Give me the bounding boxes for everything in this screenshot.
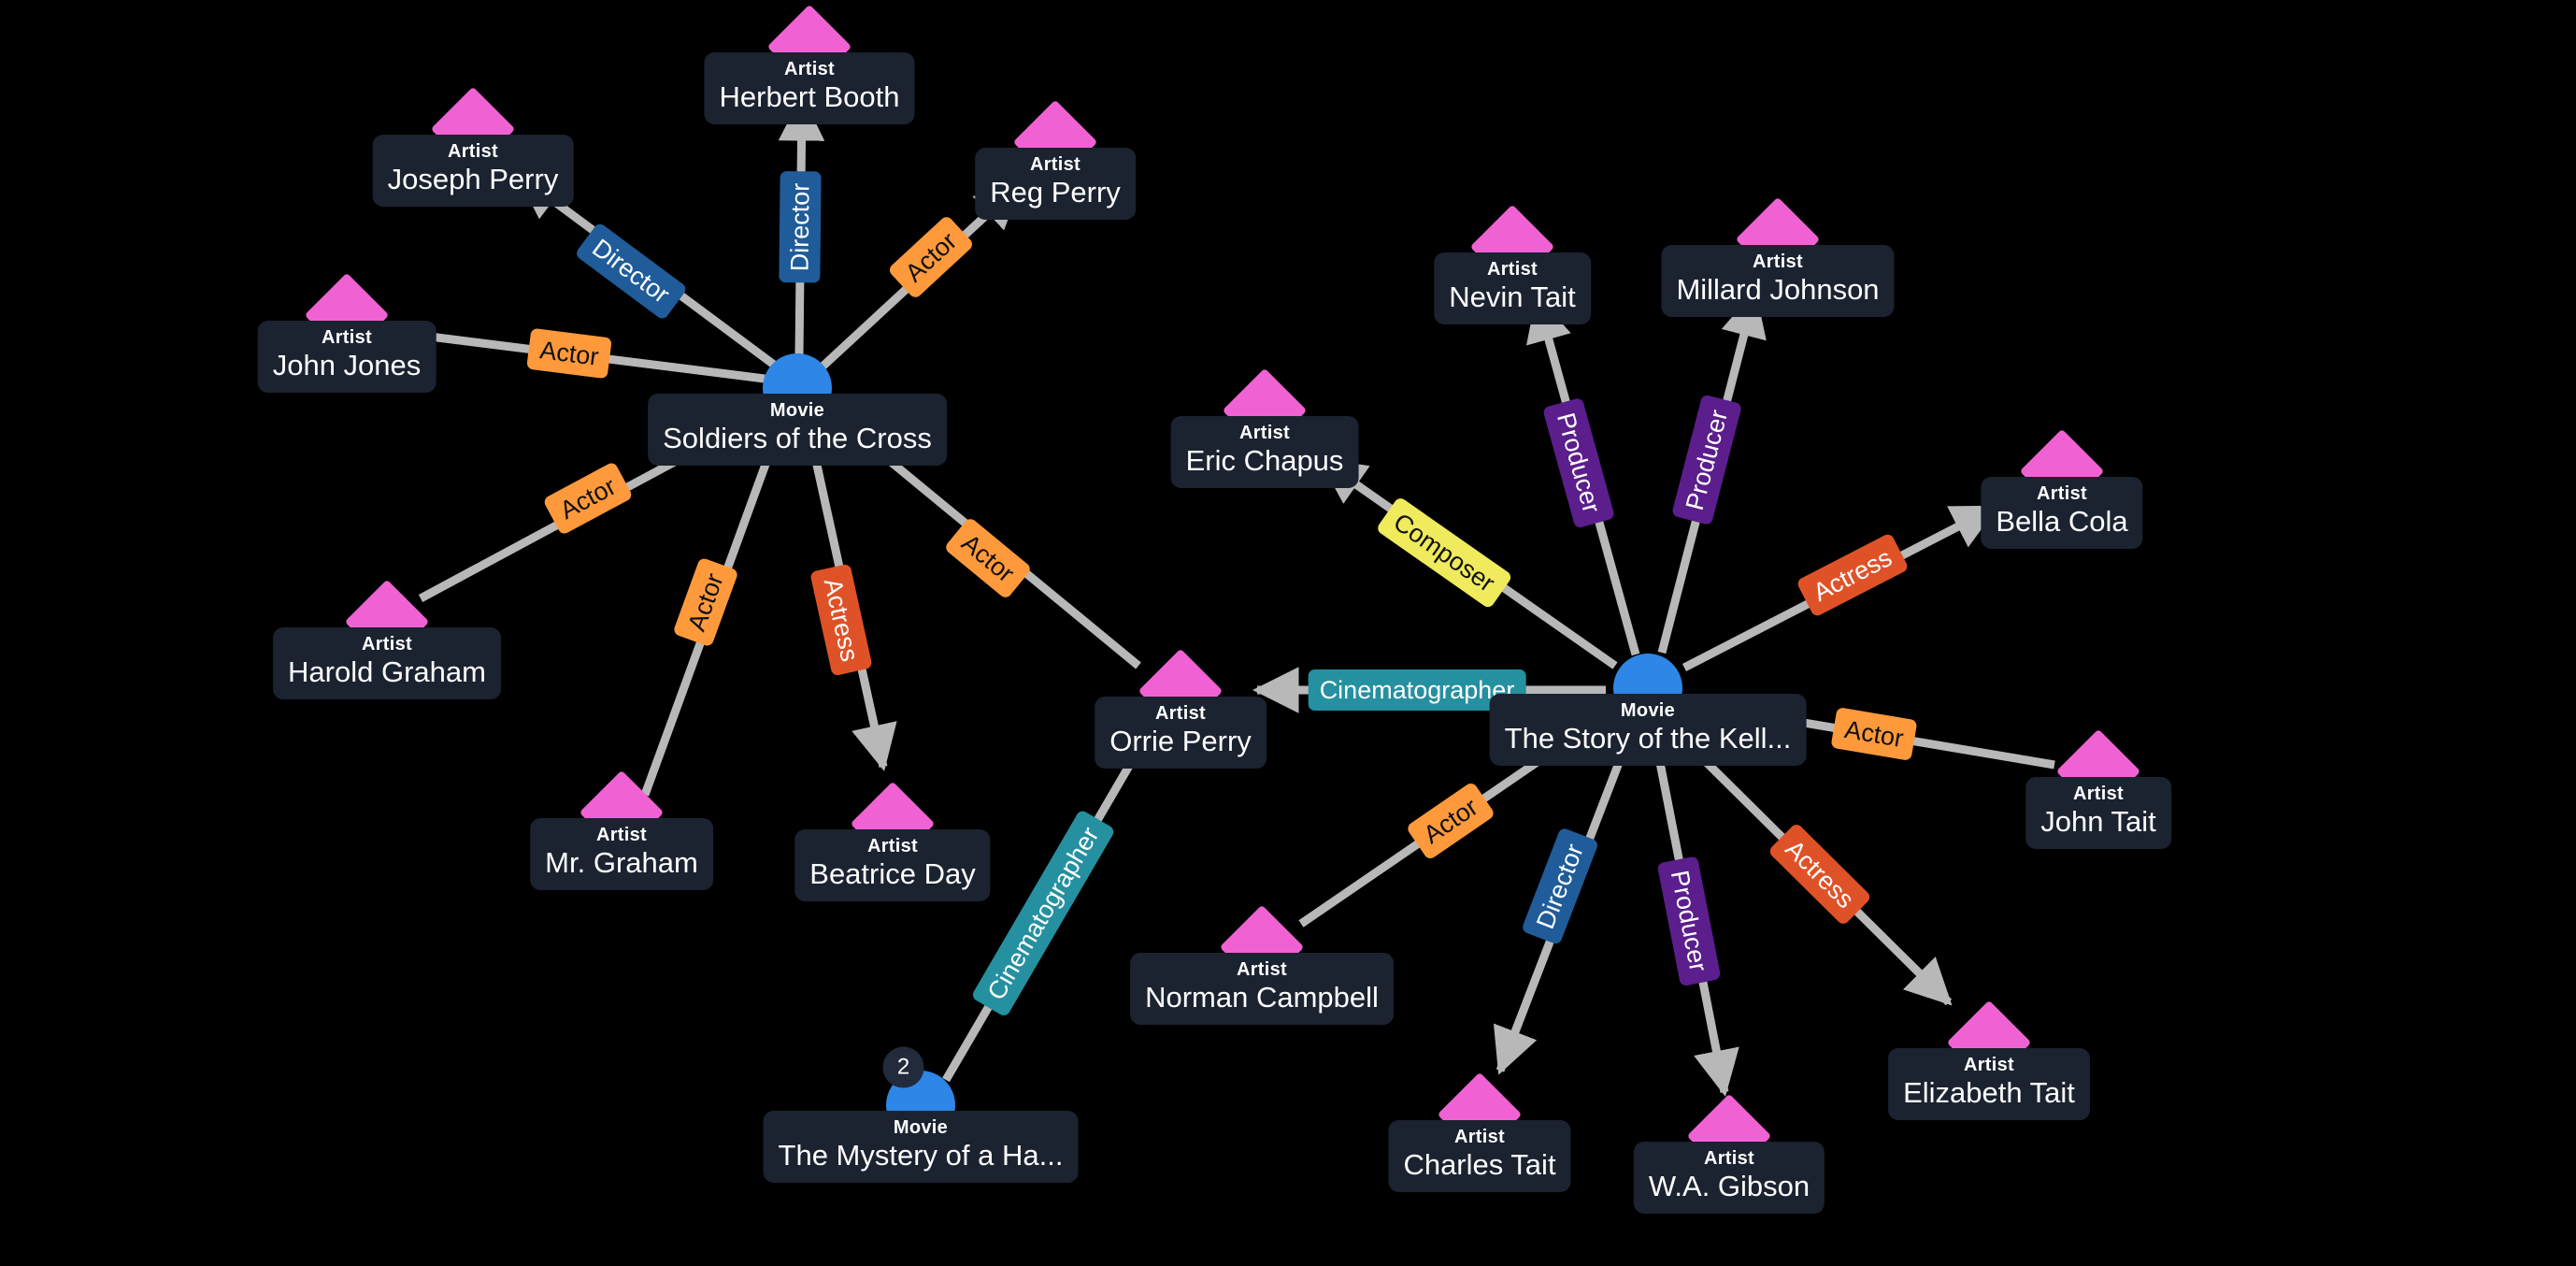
edge-label-actor[interactable]: Actor <box>526 327 612 380</box>
edge-label-producer[interactable]: Producer <box>1656 856 1722 986</box>
node-label-box: Artist Herbert Booth <box>704 52 915 124</box>
edge-label-director[interactable]: Director <box>574 222 688 321</box>
edge-label-actress[interactable]: Actress <box>1796 532 1910 618</box>
edge-label-actor[interactable]: Actor <box>887 214 975 300</box>
edge-label-actress[interactable]: Actress <box>809 563 873 677</box>
node-name-label: Charles Tait <box>1403 1148 1556 1181</box>
node-label-box: Artist Nevin Tait <box>1434 252 1591 324</box>
node-name-label: Beatrice Day <box>809 857 976 890</box>
node-name-label: The Mystery of a Ha... <box>778 1139 1064 1172</box>
graph-canvas[interactable]: Director Director Actor Actor Actor Actor Actr… <box>0 0 2576 1266</box>
edge-label-actor[interactable]: Actor <box>542 461 634 536</box>
node-type-label: Artist <box>783 59 836 79</box>
node-label-box: Artist Orrie Perry <box>1095 697 1267 769</box>
node-name-label: Nevin Tait <box>1449 281 1576 313</box>
node-name-label: Eric Chapus <box>1185 444 1344 477</box>
node-name-label: Millard Johnson <box>1676 273 1880 306</box>
node-label-box: Artist John Jones <box>257 321 436 393</box>
node-label-box: Artist Charles Tait <box>1388 1120 1571 1192</box>
node-type-label: Artist <box>447 141 499 162</box>
edge-label-director[interactable]: Director <box>779 171 822 283</box>
node-name-label: Mr. Graham <box>545 846 698 879</box>
node-type-label: Artist <box>2072 784 2125 804</box>
node-label-box: Movie Soldiers of the Cross <box>648 394 947 466</box>
node-label-box: Artist Bella Cola <box>1981 477 2143 549</box>
node-label-box: Artist Millard Johnson <box>1661 245 1895 317</box>
node-type-label: Artist <box>321 327 373 348</box>
node-type-label: Artist <box>595 825 648 845</box>
node-label-box: Artist Joseph Perry <box>372 135 574 207</box>
node-name-label: W.A. Gibson <box>1648 1170 1810 1202</box>
node-label-box: Artist W.A. Gibson <box>1633 1142 1825 1214</box>
node-name-label: Elizabeth Tait <box>1903 1076 2075 1109</box>
node-name-label: Joseph Perry <box>387 163 559 195</box>
edge-label-actor[interactable]: Actor <box>943 516 1033 600</box>
node-type-label: Artist <box>1238 423 1291 443</box>
node-type-label: Movie <box>1620 700 1676 721</box>
node-type-label: Artist <box>1154 703 1207 724</box>
node-type-label: Artist <box>866 836 919 856</box>
node-type-label: Movie <box>769 400 825 421</box>
node-type-label: Artist <box>1453 1127 1506 1147</box>
edge-label-composer[interactable]: Composer <box>1375 496 1513 610</box>
node-label-box: Artist Beatrice Day <box>794 829 991 901</box>
node-label-box: Artist Mr. Graham <box>530 818 713 890</box>
edge-label-actor[interactable]: Actor <box>672 556 739 648</box>
node-type-label: Artist <box>2036 483 2088 504</box>
node-type-label: Artist <box>1752 252 1804 272</box>
node-type-label: Artist <box>1963 1055 2015 1075</box>
edge-label-actor[interactable]: Actor <box>1405 781 1496 861</box>
node-name-label: The Story of the Kell... <box>1504 722 1792 755</box>
node-label-box: Movie The Story of the Kell... <box>1489 694 1807 766</box>
node-name-label: Orrie Perry <box>1109 725 1252 757</box>
node-label-box: Artist Reg Perry <box>975 148 1136 220</box>
edge-label-director[interactable]: Director <box>1521 827 1599 946</box>
node-label-box: Artist John Tait <box>2025 777 2171 849</box>
node-name-label: Herbert Booth <box>719 80 900 113</box>
node-name-label: Norman Campbell <box>1145 981 1379 1014</box>
node-name-label: Bella Cola <box>1996 505 2128 538</box>
node-type-label: Artist <box>361 634 413 655</box>
node-label-box: Artist Elizabeth Tait <box>1888 1048 2090 1120</box>
edge-label-actress[interactable]: Actress <box>1767 822 1872 927</box>
node-count-badge: 2 <box>882 1046 924 1088</box>
edge-label-actor[interactable]: Actor <box>1830 707 1918 761</box>
node-type-label: Artist <box>1029 154 1081 175</box>
edge-label-producer[interactable]: Producer <box>1670 394 1743 526</box>
node-name-label: John Jones <box>272 349 422 381</box>
node-type-label: Movie <box>893 1117 949 1138</box>
edge-label-producer[interactable]: Producer <box>1542 396 1615 529</box>
node-name-label: Reg Perry <box>990 176 1121 209</box>
node-label-box: Artist Harold Graham <box>273 627 501 699</box>
node-name-label: Soldiers of the Cross <box>663 422 932 454</box>
node-label-box: Movie The Mystery of a Ha... <box>763 1111 1079 1183</box>
node-label-box: Artist Norman Campbell <box>1130 953 1394 1025</box>
node-type-label: Artist <box>1703 1148 1755 1169</box>
node-label-box: Artist Eric Chapus <box>1170 416 1359 488</box>
node-name-label: Harold Graham <box>288 655 486 688</box>
edge-label-cinematographer[interactable]: Cinematographer <box>970 809 1116 1018</box>
node-type-label: Artist <box>1236 959 1288 980</box>
node-name-label: John Tait <box>2040 805 2156 838</box>
node-type-label: Artist <box>1486 259 1538 280</box>
